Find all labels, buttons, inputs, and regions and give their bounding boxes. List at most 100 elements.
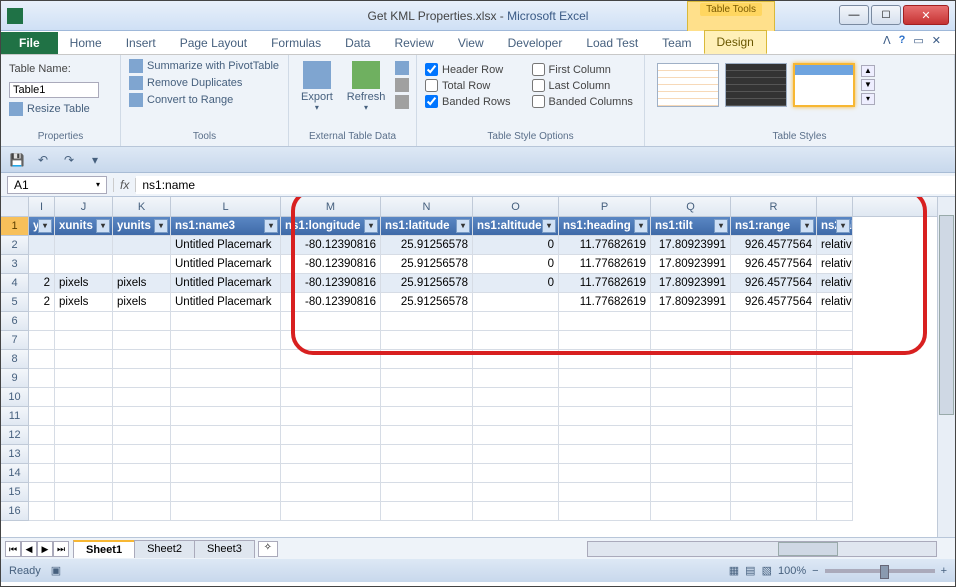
cell[interactable] xyxy=(731,369,817,388)
cell[interactable]: 926.4577564 xyxy=(731,255,817,274)
style-thumb-selected[interactable] xyxy=(793,63,855,107)
cell[interactable]: 926.4577564 xyxy=(731,293,817,312)
resize-table-button[interactable]: Resize Table xyxy=(27,103,90,115)
cell[interactable]: 11.77682619 xyxy=(559,236,651,255)
cell[interactable] xyxy=(559,331,651,350)
cell[interactable] xyxy=(113,483,171,502)
view-layout-icon[interactable]: ▤ xyxy=(745,564,755,577)
cell[interactable]: -80.12390816 xyxy=(281,274,381,293)
cell[interactable] xyxy=(731,502,817,521)
cell[interactable] xyxy=(817,388,853,407)
cell[interactable] xyxy=(473,350,559,369)
cell[interactable] xyxy=(29,312,55,331)
cell[interactable] xyxy=(651,331,731,350)
cell[interactable] xyxy=(281,464,381,483)
table-header-cell[interactable]: ns1:latitude▾ xyxy=(381,217,473,236)
refresh-button[interactable]: Refresh▾ xyxy=(343,59,390,114)
ribbon-tab-review[interactable]: Review xyxy=(382,32,445,54)
cell[interactable] xyxy=(651,502,731,521)
tools-remove-duplicates[interactable]: Remove Duplicates xyxy=(129,76,280,90)
ribbon-tab-developer[interactable]: Developer xyxy=(496,32,575,54)
cell[interactable] xyxy=(651,312,731,331)
cell[interactable]: Untitled Placemark xyxy=(171,236,281,255)
cell[interactable] xyxy=(281,407,381,426)
row-header-4[interactable]: 4 xyxy=(1,274,29,293)
opt-last-column[interactable]: Last Column xyxy=(532,79,636,92)
cell[interactable] xyxy=(559,502,651,521)
cell[interactable] xyxy=(29,483,55,502)
cell[interactable] xyxy=(473,312,559,331)
sheet-nav-last-icon[interactable]: ⏭ xyxy=(53,541,69,557)
opt-total-row[interactable]: Total Row xyxy=(425,79,514,92)
fx-icon[interactable]: fx xyxy=(113,178,136,192)
cell[interactable] xyxy=(817,502,853,521)
cell[interactable] xyxy=(731,388,817,407)
cell[interactable] xyxy=(731,426,817,445)
cell[interactable] xyxy=(817,312,853,331)
cell[interactable] xyxy=(731,350,817,369)
ribbon-tab-view[interactable]: View xyxy=(446,32,496,54)
cell[interactable] xyxy=(29,350,55,369)
cell[interactable]: relativ xyxy=(817,274,853,293)
col-header-K[interactable]: K xyxy=(113,197,171,216)
cell[interactable]: 2 xyxy=(29,274,55,293)
row-header-8[interactable]: 8 xyxy=(1,350,29,369)
table-header-cell[interactable]: ns1:tilt▾ xyxy=(651,217,731,236)
row-header-15[interactable]: 15 xyxy=(1,483,29,502)
cell[interactable]: 0 xyxy=(473,255,559,274)
cell[interactable] xyxy=(559,312,651,331)
cell[interactable] xyxy=(55,236,113,255)
cell[interactable] xyxy=(55,502,113,521)
cell[interactable] xyxy=(29,255,55,274)
row-header-7[interactable]: 7 xyxy=(1,331,29,350)
row-header-9[interactable]: 9 xyxy=(1,369,29,388)
cell[interactable] xyxy=(559,350,651,369)
cell[interactable] xyxy=(473,445,559,464)
row-header-2[interactable]: 2 xyxy=(1,236,29,255)
cell[interactable] xyxy=(473,369,559,388)
cell[interactable] xyxy=(55,464,113,483)
cell[interactable] xyxy=(559,445,651,464)
sheet-tab-sheet3[interactable]: Sheet3 xyxy=(194,540,255,558)
select-all-corner[interactable] xyxy=(1,197,29,216)
cell[interactable] xyxy=(559,426,651,445)
cell[interactable] xyxy=(651,445,731,464)
row-header-10[interactable]: 10 xyxy=(1,388,29,407)
cell[interactable] xyxy=(281,312,381,331)
cell[interactable] xyxy=(651,350,731,369)
tools-convert-to-range[interactable]: Convert to Range xyxy=(129,93,280,107)
cell[interactable] xyxy=(281,426,381,445)
cell[interactable] xyxy=(381,464,473,483)
horizontal-scrollbar[interactable] xyxy=(587,541,937,557)
cell[interactable]: pixels xyxy=(113,293,171,312)
cell[interactable] xyxy=(559,388,651,407)
close-button[interactable] xyxy=(903,5,949,25)
cell[interactable] xyxy=(55,369,113,388)
cell[interactable] xyxy=(171,350,281,369)
cell[interactable] xyxy=(29,426,55,445)
cell[interactable] xyxy=(559,483,651,502)
cell[interactable] xyxy=(381,369,473,388)
cell[interactable] xyxy=(113,464,171,483)
cell[interactable] xyxy=(381,426,473,445)
cell[interactable] xyxy=(651,483,731,502)
cell[interactable] xyxy=(55,331,113,350)
cell[interactable] xyxy=(55,483,113,502)
ribbon-tab-formulas[interactable]: Formulas xyxy=(259,32,333,54)
opt-banded-rows[interactable]: Banded Rows xyxy=(425,95,514,108)
cell[interactable] xyxy=(29,407,55,426)
cell[interactable] xyxy=(559,464,651,483)
cell[interactable]: Untitled Placemark xyxy=(171,255,281,274)
save-icon[interactable]: 💾 xyxy=(7,150,27,170)
properties-icon[interactable] xyxy=(395,61,409,75)
table-header-cell[interactable]: ns1:longitude▾ xyxy=(281,217,381,236)
cell[interactable]: 926.4577564 xyxy=(731,274,817,293)
ribbon-tab-data[interactable]: Data xyxy=(333,32,382,54)
cell[interactable]: 11.77682619 xyxy=(559,255,651,274)
row-header-11[interactable]: 11 xyxy=(1,407,29,426)
filter-dropdown-icon[interactable]: ▾ xyxy=(634,219,648,233)
cell[interactable] xyxy=(171,483,281,502)
sheet-nav-prev-icon[interactable]: ◀ xyxy=(21,541,37,557)
cell[interactable] xyxy=(559,407,651,426)
cell[interactable] xyxy=(29,236,55,255)
